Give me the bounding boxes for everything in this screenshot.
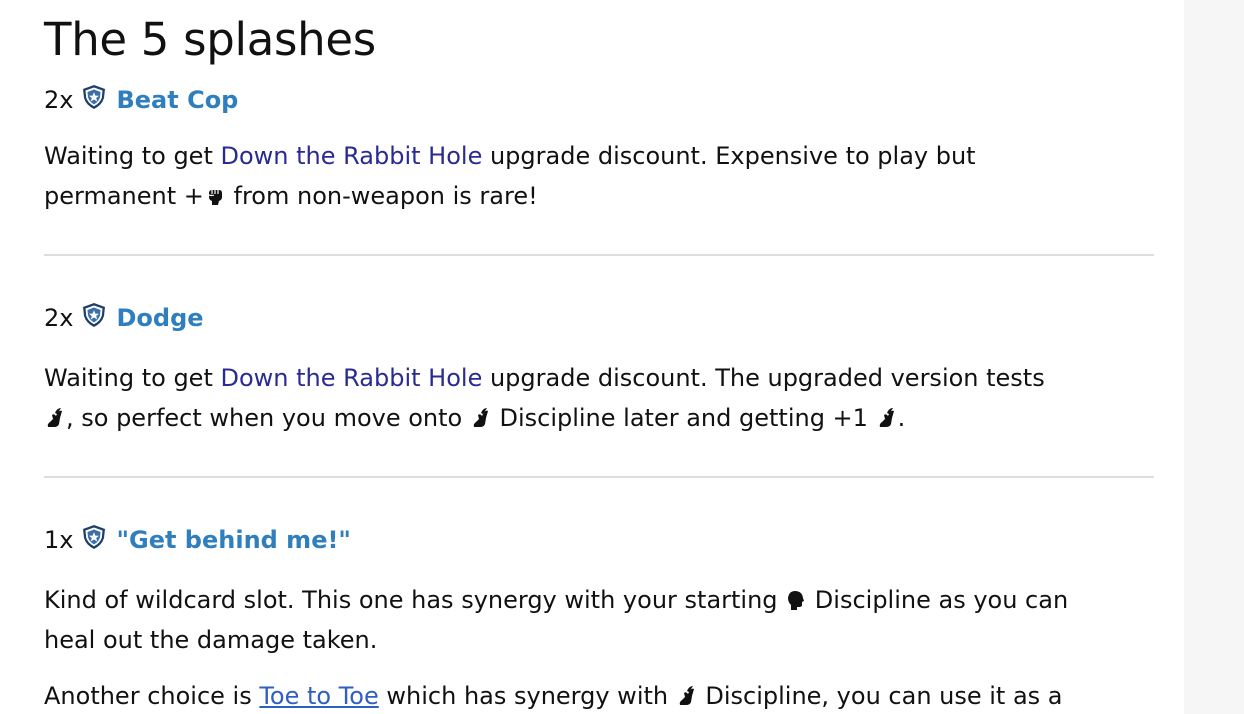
side-panel [1184,0,1244,714]
text-segment: Waiting to get [44,142,221,170]
text-segment: which has synergy with [378,682,676,710]
card-name-link[interactable]: Dodge [116,304,203,332]
text-segment: permanent + [44,182,204,210]
text-segment: Discipline, you can use it as a [697,682,1063,710]
card-entry: 2x Beat Cop [44,80,1154,120]
splash-section-get-behind-me: 1x "Get behind me!" Kind of wildcard slo… [44,520,1154,714]
text-segment: Discipline later and getting +1 [491,404,876,432]
winged-boot-icon [44,407,66,429]
page-title: The 5 splashes [44,13,376,66]
card-quantity: 2x [44,86,74,114]
text-segment: heal out the damage taken. [44,626,378,654]
card-description: Kind of wildcard slot. This one has syne… [44,580,1154,660]
card-name-link[interactable]: Beat Cop [116,86,238,114]
toe-to-toe-link[interactable]: Toe to Toe [259,682,378,710]
card-name-link[interactable]: "Get behind me!" [116,526,350,554]
splash-section-dodge: 2x Dodge Waiting to get Down the Rabbit … [44,298,1154,438]
section-divider [44,254,1154,256]
article-content: The 5 splashes 2x Beat Cop Waiting to ge… [44,0,1154,714]
text-segment: upgrade discount. Expensive to play but [482,142,976,170]
guardian-shield-icon [81,524,107,550]
text-segment: upgrade discount. The upgraded version t… [482,364,1045,392]
card-description: Waiting to get Down the Rabbit Hole upgr… [44,358,1154,438]
section-divider [44,476,1154,478]
splash-section-beat-cop: 2x Beat Cop Waiting to get Down the Rabb… [44,80,1154,216]
winged-boot-icon [470,407,492,429]
text-segment: , so perfect when you move onto [66,404,470,432]
winged-boot-icon [876,407,898,429]
card-quantity: 2x [44,304,74,332]
text-segment: from non-weapon is rare! [225,182,538,210]
guardian-shield-icon [81,84,107,110]
down-the-rabbit-hole-link[interactable]: Down the Rabbit Hole [220,142,482,170]
text-segment: Another choice is [44,682,260,710]
page: The 5 splashes 2x Beat Cop Waiting to ge… [0,0,1244,714]
card-entry: 2x Dodge [44,298,1154,338]
down-the-rabbit-hole-link[interactable]: Down the Rabbit Hole [220,364,482,392]
text-segment: Discipline as you can [807,586,1069,614]
card-description-alt: Another choice is Toe to Toe which has s… [44,676,1154,714]
fist-icon [204,185,226,207]
text-segment: Waiting to get [44,364,221,392]
winged-boot-icon [676,685,698,707]
card-description: Waiting to get Down the Rabbit Hole upgr… [44,136,1154,216]
text-segment: Kind of wildcard slot. This one has syne… [44,586,786,614]
text-segment: . [897,404,906,432]
head-icon [785,589,807,611]
guardian-shield-icon [81,302,107,328]
card-entry: 1x "Get behind me!" [44,520,1154,560]
card-quantity: 1x [44,526,74,554]
